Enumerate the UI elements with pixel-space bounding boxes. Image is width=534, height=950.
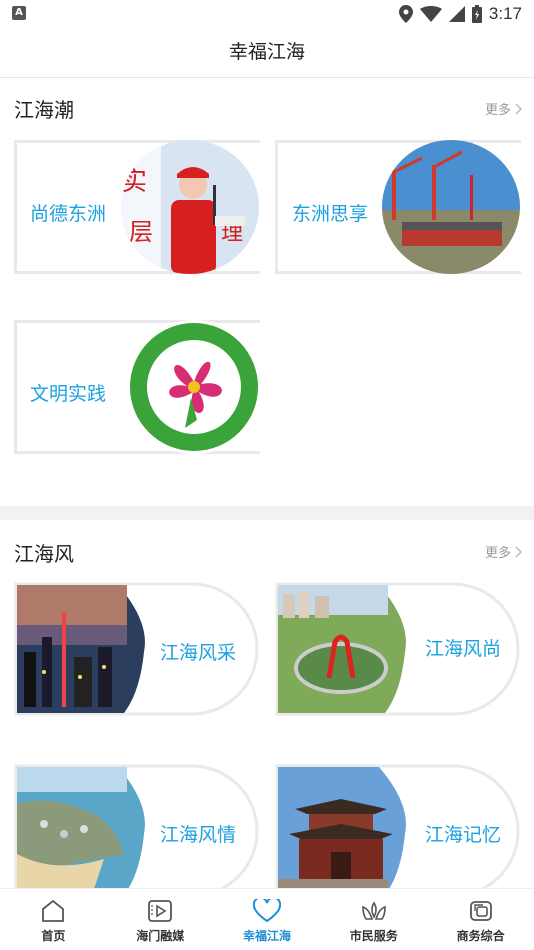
leaf-hands-icon [361, 901, 386, 920]
home-icon [42, 899, 65, 922]
card-jianghai-jiyi[interactable]: 江海记忆 [275, 764, 521, 898]
card-shangde-dongzhou[interactable]: 尚德东洲 实 层 理 [14, 140, 260, 274]
more-label: 更多 [484, 546, 511, 561]
nav-label: 幸福江海 [242, 929, 291, 943]
chevron-right-icon [515, 102, 522, 115]
app-header: 幸福江海 [0, 28, 534, 78]
section2-more-link[interactable]: 更多 [485, 542, 522, 561]
status-icons: 3:17 [398, 3, 522, 25]
status-time: 3:17 [488, 4, 522, 23]
section-divider [0, 506, 534, 520]
nav-item-citizen-service[interactable]: 市民服务 [320, 889, 427, 950]
section1-more-link[interactable]: 更多 [485, 99, 522, 118]
card-dongzhou-sixiang[interactable]: 东洲思享 [275, 140, 521, 274]
status-bar: A 3:17 [0, 0, 534, 28]
nav-item-business[interactable]: 商务综合 [427, 889, 534, 950]
battery-icon [471, 5, 482, 23]
wifi-icon [419, 6, 442, 22]
civilization-logo [125, 320, 263, 454]
nav-item-xingfu-jianghai[interactable]: 幸福江海 [214, 889, 321, 950]
page-title: 幸福江海 [228, 41, 305, 63]
card-label: 江海风情 [160, 824, 237, 846]
card-label: 东洲思享 [292, 203, 369, 225]
nav-label: 市民服务 [349, 929, 398, 943]
nav-item-haimen-media[interactable]: 海门融媒 [107, 889, 214, 950]
volunteer-photo: 实 层 理 [121, 140, 259, 274]
svg-text:层: 层 [129, 218, 153, 246]
card-label: 江海风尚 [425, 638, 502, 660]
svg-text:实: 实 [121, 167, 147, 197]
card-jianghai-fengqing[interactable]: 江海风情 [14, 764, 260, 898]
card-jianghai-fengcai[interactable]: 江海风采 [14, 582, 260, 716]
card-jianghai-fengshang[interactable]: 江海风尚 [275, 582, 521, 716]
nav-label: 海门融媒 [136, 929, 185, 943]
nav-label: 首页 [41, 929, 66, 943]
more-label: 更多 [484, 103, 511, 118]
shipyard-photo [382, 140, 520, 274]
location-icon [398, 5, 413, 23]
layers-icon [469, 901, 492, 921]
chevron-right-icon [515, 545, 522, 558]
nav-label: 商务综合 [456, 929, 505, 943]
section-title-jianghaichao: 江海潮 [14, 98, 74, 122]
nav-item-home[interactable]: 首页 [0, 889, 107, 950]
card-wenming-shijian[interactable]: 文明实践 [14, 320, 263, 454]
notification-icon: A [12, 6, 26, 20]
card-label: 江海记忆 [425, 824, 502, 846]
card-label: 尚德东洲 [30, 203, 107, 225]
media-play-icon [148, 900, 173, 922]
card-label: 文明实践 [30, 383, 107, 405]
signal-icon [448, 6, 465, 22]
heart-icon [252, 899, 281, 923]
bottom-nav: 首页 海门融媒 幸福江海 市民服务 商务综合 [0, 888, 534, 950]
card-label: 江海风采 [160, 642, 237, 664]
section-title-jianghaifeng: 江海风 [14, 542, 74, 566]
